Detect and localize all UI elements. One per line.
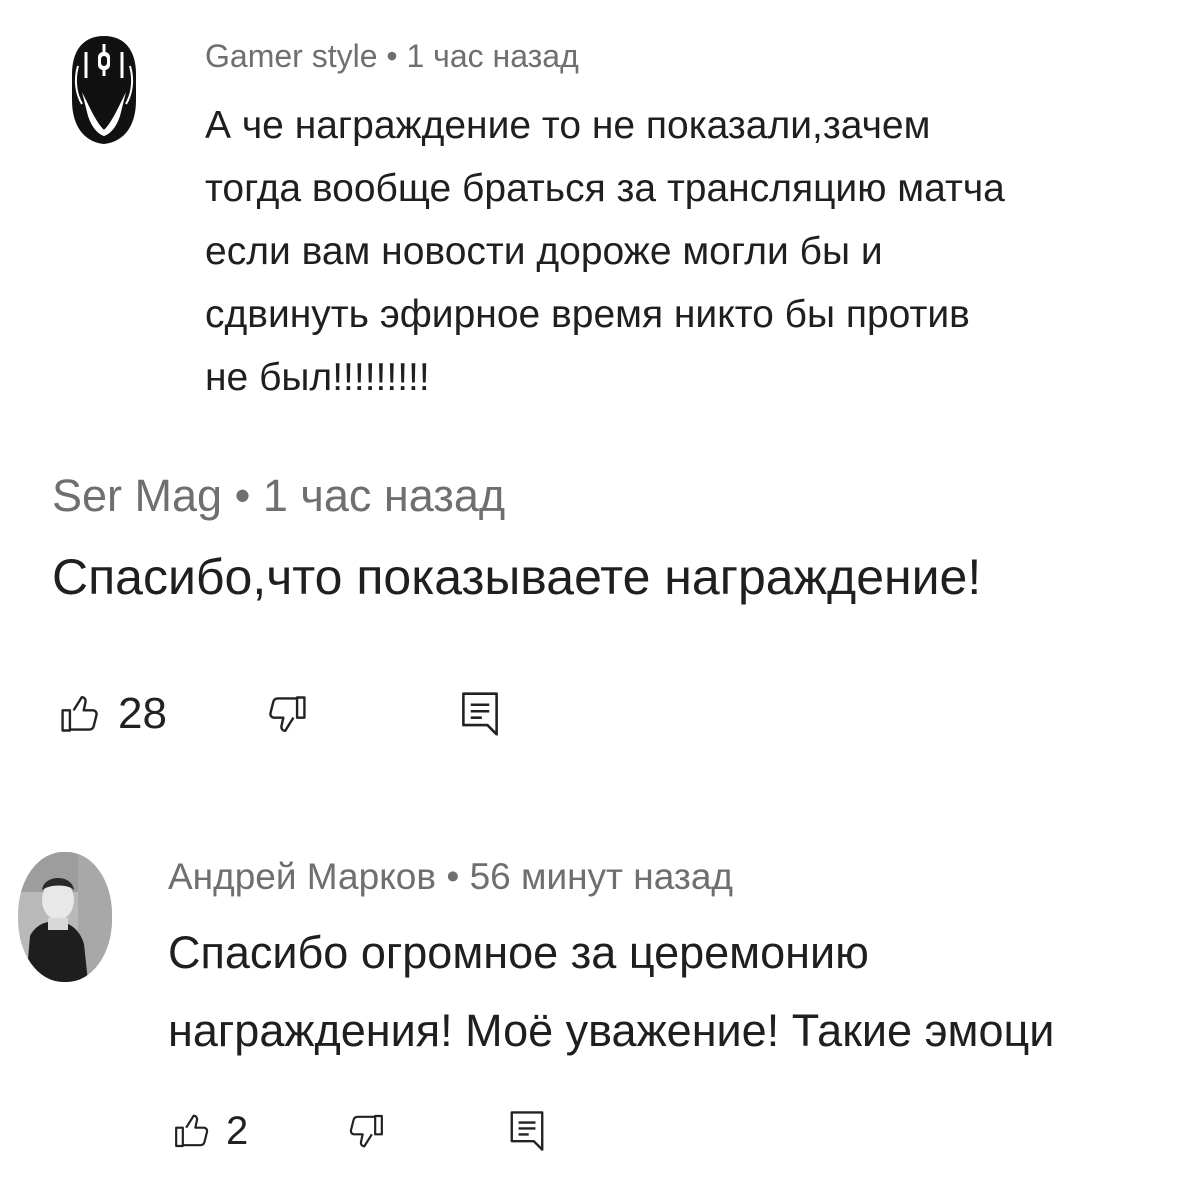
comment-line: Спасибо огромное за церемонию	[168, 927, 869, 978]
comment-line: А че награждение то не показали,зачем	[205, 104, 931, 147]
comment-line: сдвинуть эфирное время никто бы против	[205, 293, 970, 336]
avatar[interactable]	[18, 852, 112, 982]
comment-time: 56 минут назад	[469, 856, 734, 897]
like-count: 2	[226, 1108, 249, 1153]
like-count: 28	[118, 689, 167, 738]
avatar[interactable]	[64, 30, 144, 150]
meta-separator: •	[446, 856, 460, 897]
comment-line: если вам новости дороже могли бы и	[205, 230, 883, 273]
reply-comment-icon	[462, 692, 498, 736]
comment-text: Спасибо огромное за церемонию награждени…	[168, 914, 1200, 1070]
comment-meta: Ser Mag • 1 час назад	[52, 470, 505, 522]
reply-comment-icon	[510, 1111, 544, 1151]
user-photo-avatar	[18, 852, 112, 982]
comment-actions: 28	[58, 683, 501, 745]
dislike-button[interactable]	[346, 1111, 386, 1151]
thumbs-up-icon	[61, 695, 98, 732]
like-button[interactable]: 28	[58, 689, 167, 739]
meta-separator: •	[234, 470, 251, 521]
thumbs-down-icon	[269, 696, 306, 733]
author-name[interactable]: Ser Mag	[52, 470, 222, 521]
comment-text: А че награждение то не показали,зачем то…	[205, 94, 1165, 409]
thumbs-down-icon	[350, 1114, 384, 1148]
comment-time: 1 час назад	[406, 38, 579, 74]
author-name[interactable]: Gamer style	[205, 38, 377, 74]
comment-actions: 2	[172, 1106, 546, 1156]
thumbs-up-icon	[175, 1114, 209, 1148]
author-name[interactable]: Андрей Марков	[168, 856, 436, 897]
comment-line: тогда вообще браться за трансляцию матча	[205, 167, 1005, 210]
comment-line: не был!!!!!!!!!	[205, 356, 430, 399]
comment-text: Спасибо,что показываете награждение!	[52, 549, 982, 605]
comment-meta: Андрей Марков • 56 минут назад	[168, 856, 733, 898]
comment-time: 1 час назад	[262, 470, 506, 521]
meta-separator: •	[386, 38, 398, 74]
comment-line: награждения! Моё уважение! Такие эмоци	[168, 1005, 1055, 1056]
reply-button[interactable]	[459, 690, 501, 738]
reply-button[interactable]	[508, 1109, 546, 1153]
comment-meta: Gamer style • 1 час назад	[205, 38, 579, 75]
dislike-button[interactable]	[265, 692, 309, 736]
like-button[interactable]: 2	[172, 1109, 248, 1154]
gaming-mouse-icon	[72, 36, 136, 144]
